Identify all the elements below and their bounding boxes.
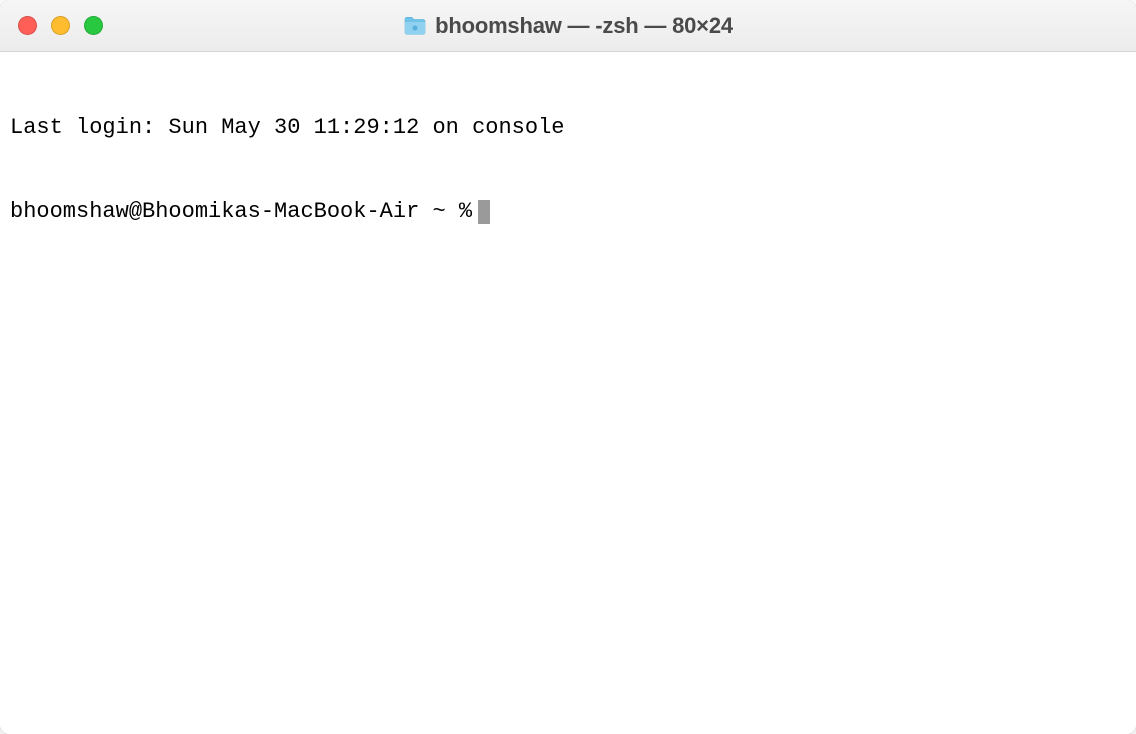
prompt-line: bhoomshaw@Bhoomikas-MacBook-Air ~ % (10, 198, 1126, 226)
close-button[interactable] (18, 16, 37, 35)
terminal-window: bhoomshaw — -zsh — 80×24 Last login: Sun… (0, 0, 1136, 734)
title-wrap: bhoomshaw — -zsh — 80×24 (0, 13, 1136, 39)
window-title: bhoomshaw — -zsh — 80×24 (435, 13, 733, 39)
traffic-lights (18, 16, 103, 35)
terminal-content[interactable]: Last login: Sun May 30 11:29:12 on conso… (0, 52, 1136, 734)
folder-icon (403, 16, 427, 36)
zoom-button[interactable] (84, 16, 103, 35)
titlebar[interactable]: bhoomshaw — -zsh — 80×24 (0, 0, 1136, 52)
cursor[interactable] (478, 200, 490, 224)
last-login-line: Last login: Sun May 30 11:29:12 on conso… (10, 114, 1126, 142)
minimize-button[interactable] (51, 16, 70, 35)
prompt-text: bhoomshaw@Bhoomikas-MacBook-Air ~ % (10, 198, 472, 226)
